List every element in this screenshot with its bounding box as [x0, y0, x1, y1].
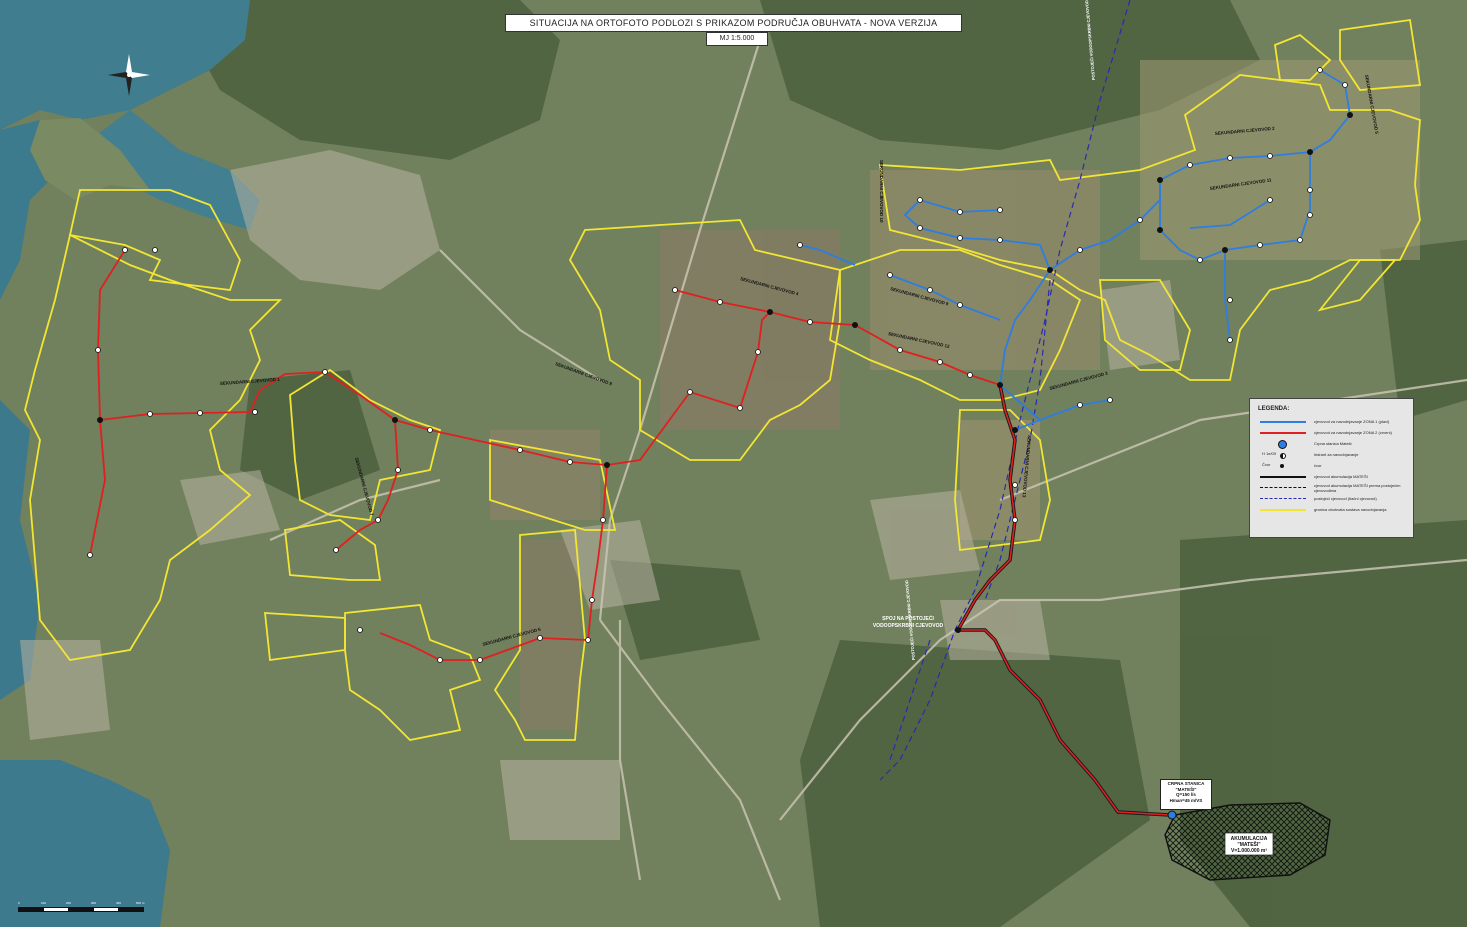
node-label: Čvor: [1262, 461, 1271, 467]
legend-item: cjevovod za navodnjavanje ZONA 1 (plavi): [1258, 416, 1413, 427]
pump-station-label: CRPNA STANICA "MATEŠI" Q=150 l/s Hman=45…: [1160, 779, 1212, 810]
legend-title: LEGENDA:: [1258, 406, 1290, 412]
blue-line-icon: [1258, 418, 1308, 426]
pump-station-icon: [1258, 439, 1308, 449]
legend-item-text: hidrant za navodnjavanje: [1314, 452, 1359, 457]
legend-item-text: cjevovod akumulacija MATEŠI: [1314, 474, 1368, 479]
scale-label: 300: [91, 901, 97, 905]
legend-item-text: granica obuhvata sustava navodnjavanja: [1314, 507, 1387, 512]
legend-item: H 1e/09 hidrant za navodnjavanje: [1258, 449, 1413, 460]
map-legend: LEGENDA: cjevovod za navodnjavanje ZONA …: [1249, 398, 1414, 538]
legend-item-text: cjevovod za navodnjavanje ZONA 2 (crveni…: [1314, 430, 1392, 435]
scale-label: 100: [41, 901, 47, 905]
legend-item-text: postojeći cjevovod (tlačni cjevovod): [1314, 496, 1377, 501]
scale-label: 500 m: [136, 901, 145, 905]
hydrant-label: H 1e/09: [1262, 450, 1277, 456]
map-scale: MJ 1:5.000: [706, 32, 768, 46]
legend-item: Čvor čvor: [1258, 460, 1413, 471]
legend-item-text: cjevovod akumulacija MATEŠI prema postoj…: [1314, 482, 1401, 493]
orthophoto-map[interactable]: AKUMULACIJA "MATEŠI" V=1.000.000 m³ SPOJ…: [0, 0, 1467, 927]
navy-dash-icon: [1258, 495, 1308, 503]
red-line-icon: [1258, 429, 1308, 437]
legend-item: granica obuhvata sustava navodnjavanja: [1258, 504, 1413, 515]
node-icon: Čvor: [1258, 462, 1308, 470]
legend-item: postojeći cjevovod (tlačni cjevovod): [1258, 493, 1413, 504]
legend-item-text: cjevovod za navodnjavanje ZONA 1 (plavi): [1314, 419, 1390, 424]
reservoir-label-2: "MATEŠI": [1237, 840, 1261, 848]
black-dash-icon: [1258, 484, 1308, 492]
legend-item: cjevovod akumulacija MATEŠI prema postoj…: [1258, 482, 1413, 493]
map-title: SITUACIJA NA ORTOFOTO PODLOZI S PRIKAZOM…: [505, 14, 962, 32]
pump-station-line-1: CRPNA STANICA: [1167, 781, 1205, 786]
legend-item: Crpna stanica Mateši: [1258, 438, 1413, 449]
legend-item-text: Crpna stanica Mateši: [1314, 441, 1352, 446]
legend-item-text: čvor: [1314, 463, 1322, 468]
compass-rose-icon: [108, 54, 150, 96]
yellow-line-icon: [1258, 506, 1308, 514]
legend-item: cjevovod za navodnjavanje ZONA 2 (crveni…: [1258, 427, 1413, 438]
pipeline-label: SEKUNDARNI CJEVOVOD 10: [879, 160, 884, 223]
scale-label: 0: [18, 901, 20, 905]
legend-item: cjevovod akumulacija MATEŠI: [1258, 471, 1413, 482]
scale-label: 400: [116, 901, 122, 905]
scale-bar: 0 100 200 300 400 500 m: [18, 901, 146, 912]
reservoir-label-3: V=1.000.000 m³: [1231, 848, 1267, 854]
pump-station-line-4: Hman=45 m/VS: [1169, 797, 1203, 803]
pump-station-icon[interactable]: [1167, 810, 1177, 820]
black-line-icon: [1258, 473, 1308, 481]
scale-label: 200: [66, 901, 72, 905]
hydrant-icon: H 1e/09: [1258, 451, 1308, 459]
